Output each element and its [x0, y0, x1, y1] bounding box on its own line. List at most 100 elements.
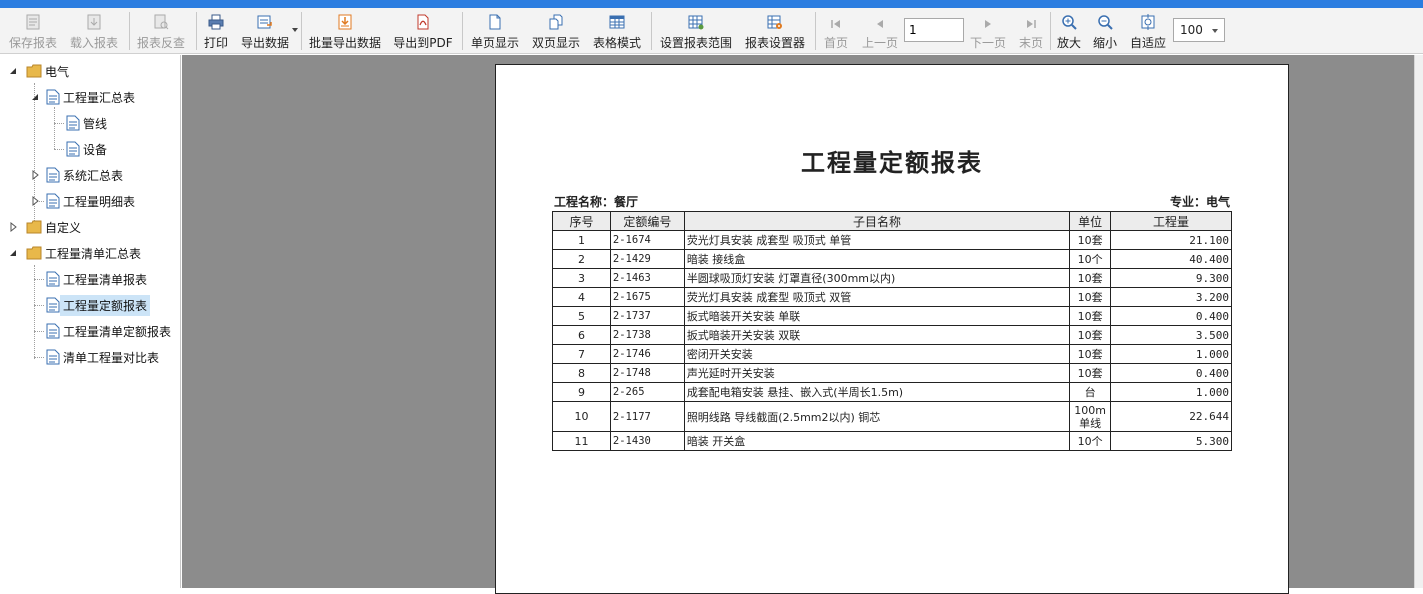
cell-quantity: 22.644: [1110, 401, 1232, 432]
collapse-triangle-icon[interactable]: [8, 248, 18, 258]
toolbar: 保存报表 载入报表 报表反查 打印 导出数据 批量导出数据 导出到PDF 单页显…: [0, 8, 1423, 54]
tree-item-quantity-summary[interactable]: 工程量汇总表: [30, 85, 138, 109]
zoom-level-select[interactable]: 100: [1173, 18, 1225, 42]
cell-item-name: 暗装 接线盒: [683, 249, 1071, 269]
cell-quantity: 3.200: [1110, 287, 1232, 307]
tree-item-quota-report[interactable]: 工程量定额报表: [46, 293, 151, 317]
cell-item-name: 扳式暗装开关安装 双联: [683, 325, 1071, 345]
first-page-button[interactable]: 首页: [820, 8, 852, 54]
prev-page-button[interactable]: 上一页: [859, 8, 901, 54]
tree-item-custom[interactable]: 自定义: [8, 215, 84, 239]
export-data-button[interactable]: 导出数据: [238, 8, 292, 54]
table-row: 1 2-1674 荧光灯具安装 成套型 吸顶式 单管 10套 21.100: [552, 230, 1232, 250]
page-number-input[interactable]: [904, 18, 964, 42]
report-settings-label: 报表设置器: [744, 36, 805, 50]
tree-item-equipment[interactable]: 设备: [66, 137, 110, 161]
cell-quota-code: 2-1737: [609, 306, 685, 326]
cell-quota-code: 2-1177: [609, 401, 685, 432]
cell-quantity: 1.000: [1110, 382, 1232, 402]
cell-item-name: 照明线路 导线截面(2.5mm2以内) 铜芯: [683, 401, 1071, 432]
tree-item-bill-quota-report[interactable]: 工程量清单定额报表: [46, 319, 174, 343]
tree-item-pipeline[interactable]: 管线: [66, 111, 110, 135]
first-page-icon: [830, 8, 842, 30]
next-page-button[interactable]: 下一页: [967, 8, 1009, 54]
tree-item-system-summary[interactable]: 系统汇总表: [30, 163, 126, 187]
report-page: 工程量定额报表 工程名称：餐厅 专业：电气 序号 定额编号 子目名称 单位 工程…: [495, 64, 1289, 594]
report-settings-button[interactable]: 报表设置器: [741, 8, 809, 54]
cell-unit: 10套: [1069, 287, 1112, 307]
single-page-button[interactable]: 单页显示: [468, 8, 522, 54]
cell-unit: 10个: [1069, 431, 1112, 451]
col-header-index: 序号: [552, 211, 611, 231]
cell-index: 3: [552, 268, 611, 288]
tree-item-label: 清单工程量对比表: [63, 350, 160, 365]
export-dropdown-arrow-icon[interactable]: [292, 28, 298, 32]
double-page-icon: [548, 8, 564, 30]
cell-item-name: 声光延时开关安装: [683, 363, 1071, 383]
collapse-triangle-icon[interactable]: [8, 66, 18, 76]
batch-export-icon: [337, 8, 353, 30]
toolbar-separator: [1050, 12, 1051, 50]
zoom-level-value: 100: [1180, 23, 1203, 37]
expand-triangle-icon[interactable]: [8, 222, 18, 232]
cell-quota-code: 2-1463: [609, 268, 685, 288]
cell-index: 2: [552, 249, 611, 269]
cell-unit: 10套: [1069, 363, 1112, 383]
table-row: 10 2-1177 照明线路 导线截面(2.5mm2以内) 铜芯 100m单线 22.6…: [552, 401, 1232, 432]
last-page-button[interactable]: 末页: [1015, 8, 1047, 54]
table-row: 7 2-1746 密闭开关安装 10套 1.000: [552, 344, 1232, 364]
save-report-label: 保存报表: [8, 36, 57, 50]
col-header-quantity: 工程量: [1110, 211, 1232, 231]
vertical-scrollbar[interactable]: [1414, 55, 1423, 588]
report-range-icon: [688, 8, 704, 30]
cell-index: 7: [552, 344, 611, 364]
cell-unit: 100m单线: [1069, 401, 1112, 432]
toolbar-separator: [301, 12, 302, 50]
tree-item-label: 自定义: [45, 220, 82, 235]
load-report-icon: [86, 8, 102, 30]
load-report-button[interactable]: 载入报表: [67, 8, 121, 54]
document-icon: [66, 115, 80, 131]
project-name: 工程名称：餐厅: [554, 195, 639, 209]
discipline-label: 专业：电气: [1169, 195, 1230, 209]
report-range-button[interactable]: 设置报表范围: [657, 8, 735, 54]
cell-index: 5: [552, 306, 611, 326]
expand-triangle-icon[interactable]: [30, 170, 40, 180]
double-page-button[interactable]: 双页显示: [529, 8, 583, 54]
document-icon: [66, 141, 80, 157]
report-tree-panel: 电气 工程量汇总表 管线 设备 系统汇总表 工程量明细表 自定义 工程量清单汇总…: [0, 55, 181, 588]
zoom-in-button[interactable]: 放大: [1053, 8, 1085, 54]
load-report-label: 载入报表: [69, 36, 118, 50]
cell-quantity: 5.300: [1110, 431, 1232, 451]
cell-quota-code: 2-1746: [609, 344, 685, 364]
document-icon: [46, 323, 60, 339]
tree-item-label: 系统汇总表: [63, 168, 124, 183]
tree-item-electrical[interactable]: 电气: [8, 59, 72, 83]
report-lookup-button[interactable]: 报表反查: [134, 8, 188, 54]
document-icon: [46, 193, 60, 209]
tree-item-bill-comparison[interactable]: 清单工程量对比表: [46, 345, 162, 369]
print-button[interactable]: 打印: [200, 8, 232, 54]
zoom-out-button[interactable]: 缩小: [1089, 8, 1121, 54]
cell-index: 6: [552, 325, 611, 345]
col-header-item-name: 子目名称: [683, 211, 1071, 231]
batch-export-button[interactable]: 批量导出数据: [307, 8, 383, 54]
tree-item-label: 工程量明细表: [63, 194, 136, 209]
save-report-button[interactable]: 保存报表: [6, 8, 60, 54]
tree-item-bill-summary[interactable]: 工程量清单汇总表: [8, 241, 144, 265]
expand-triangle-icon[interactable]: [30, 196, 40, 206]
cell-quota-code: 2-1675: [609, 287, 685, 307]
col-header-unit: 单位: [1069, 211, 1112, 231]
table-row: 11 2-1430 暗装 开关盒 10个 5.300: [552, 431, 1232, 451]
document-icon: [46, 349, 60, 365]
table-mode-button[interactable]: 表格模式: [590, 8, 644, 54]
export-pdf-button[interactable]: 导出到PDF: [391, 8, 455, 54]
export-data-icon: [257, 8, 273, 30]
fit-page-icon: [1140, 8, 1156, 30]
next-page-icon: [982, 8, 994, 30]
collapse-triangle-icon[interactable]: [30, 92, 40, 102]
tree-item-quantity-detail[interactable]: 工程量明细表: [30, 189, 138, 213]
last-page-label: 末页: [1018, 36, 1043, 50]
fit-page-button[interactable]: 自适应: [1127, 8, 1169, 54]
tree-item-bill-report[interactable]: 工程量清单报表: [46, 267, 150, 291]
